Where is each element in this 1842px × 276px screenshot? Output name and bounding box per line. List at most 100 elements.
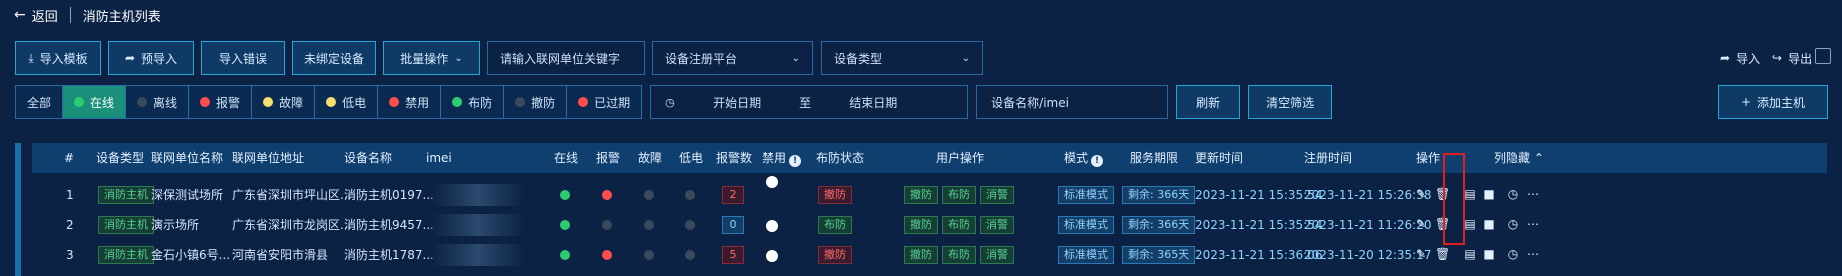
pre-import-button[interactable]: ➦ 预导入: [108, 41, 194, 75]
col-mode: 模式!: [1064, 143, 1104, 173]
status-filter-9[interactable]: 已过期: [567, 86, 642, 118]
col-imei: imei: [426, 151, 452, 165]
device-type-select[interactable]: 设备类型 ⌄: [821, 41, 983, 75]
edit-icon[interactable]: ✎: [1414, 187, 1428, 201]
clear-alarm-button[interactable]: 消警: [980, 246, 1014, 264]
chevron-down-icon: ⌄: [454, 52, 463, 64]
online-status-dot: [560, 220, 570, 230]
unit-name: 深保测试场所: [151, 188, 224, 202]
trash-icon[interactable]: 🗑: [1435, 247, 1450, 261]
alarm-count-badge[interactable]: 5: [722, 246, 744, 264]
folder-icon[interactable]: ■: [1482, 217, 1496, 231]
status-dot-icon: [137, 97, 148, 107]
edit-icon[interactable]: ✎: [1414, 217, 1428, 231]
import-link[interactable]: ➦ 导入: [1720, 41, 1760, 75]
device-type-tag: 消防主机: [98, 216, 154, 234]
mode-tag[interactable]: 标准模式: [1058, 246, 1114, 264]
disabled-toggle[interactable]: [766, 250, 778, 262]
col-alarm-count: 报警数: [716, 151, 753, 165]
status-filter-2[interactable]: 离线: [126, 86, 190, 118]
unit-name: 金石小镇6号...: [151, 248, 231, 262]
service-term-tag: 剩余: 366天: [1122, 186, 1196, 204]
info-icon[interactable]: !: [789, 155, 802, 167]
highlight-box: [1443, 153, 1465, 245]
history-clock-icon[interactable]: ◷: [1506, 247, 1520, 261]
disarm-button[interactable]: 撤防: [904, 216, 938, 234]
info-icon[interactable]: !: [1091, 155, 1104, 167]
arm-button[interactable]: 布防: [942, 216, 976, 234]
back-button[interactable]: ← 返回: [0, 6, 58, 25]
edit-icon[interactable]: ✎: [1414, 247, 1428, 261]
disabled-toggle[interactable]: [766, 176, 778, 188]
export-link[interactable]: ↪ 导出: [1772, 41, 1812, 75]
document-icon[interactable]: ▤: [1463, 187, 1477, 201]
table-scroll-indicator: [15, 143, 21, 276]
arm-button[interactable]: 布防: [942, 246, 976, 264]
table-row: 1 消防主机 深保测试场所 广东省深圳市坪山区... 消防主机0197... 2…: [32, 176, 1827, 210]
date-range-picker[interactable]: ◷ 开始日期 至 结束日期: [650, 85, 969, 119]
alarm-status-dot: [602, 220, 612, 230]
device-search-input[interactable]: 设备名称/imei: [976, 85, 1169, 119]
folder-icon[interactable]: ■: [1482, 187, 1496, 201]
col-alarm: 报警: [596, 151, 621, 165]
status-filter-6[interactable]: 禁用: [378, 86, 442, 118]
status-dot-icon: [74, 97, 85, 107]
status-filter-5[interactable]: 低电: [315, 86, 379, 118]
import-errors-button[interactable]: 导入错误: [201, 41, 285, 75]
alarm-count-badge[interactable]: 2: [722, 186, 744, 204]
imei-redacted: [432, 244, 524, 266]
col-low-power: 低电: [679, 151, 704, 165]
register-time: 2023-11-21 11:26:20: [1304, 218, 1432, 232]
unit-keyword-input[interactable]: 请输入联网单位关键字: [487, 41, 645, 75]
status-filter-0[interactable]: 全部: [16, 86, 64, 118]
fault-status-dot: [644, 190, 654, 200]
chevron-down-icon: ⌄: [961, 52, 970, 64]
disarm-button[interactable]: 撤防: [904, 246, 938, 264]
mode-tag[interactable]: 标准模式: [1058, 216, 1114, 234]
download-icon: ⤓: [28, 50, 34, 65]
device-type-tag: 消防主机: [98, 186, 154, 204]
col-online: 在线: [554, 151, 579, 165]
defense-status-tag: 撤防: [818, 186, 852, 204]
col-device-name: 设备名称: [344, 151, 393, 165]
history-clock-icon[interactable]: ◷: [1506, 217, 1520, 231]
clear-filter-button[interactable]: 清空筛选: [1248, 85, 1333, 119]
table-header: # 设备类型 联网单位名称 联网单位地址 设备名称 imei 在线 报警 故障 …: [32, 143, 1827, 173]
row-index: 2: [66, 218, 74, 232]
status-dot-icon: [389, 97, 400, 107]
more-icon[interactable]: ⋯: [1526, 217, 1540, 231]
document-icon[interactable]: ▤: [1463, 217, 1477, 231]
status-filter-1[interactable]: 在线: [63, 86, 127, 118]
clear-alarm-button[interactable]: 消警: [980, 186, 1014, 204]
status-filter-group: 全部 在线 离线 报警 故障 低电 禁用 布防 撤防 已过期: [15, 85, 643, 119]
clear-alarm-button[interactable]: 消警: [980, 216, 1014, 234]
status-filter-7[interactable]: 布防: [441, 86, 505, 118]
document-icon[interactable]: ▤: [1463, 247, 1477, 261]
status-dot-icon: [578, 97, 589, 107]
status-filter-8[interactable]: 撤防: [504, 86, 568, 118]
more-icon[interactable]: ⋯: [1526, 187, 1540, 201]
platform-select[interactable]: 设备注册平台 ⌄: [652, 41, 813, 75]
column-settings-icon[interactable]: [1815, 48, 1831, 64]
unbound-devices-button[interactable]: 未绑定设备: [292, 41, 376, 75]
arm-button[interactable]: 布防: [942, 186, 976, 204]
disabled-toggle[interactable]: [766, 220, 778, 232]
status-filter-4[interactable]: 故障: [252, 86, 316, 118]
alarm-count-badge[interactable]: 0: [722, 216, 744, 234]
refresh-button[interactable]: 刷新: [1176, 85, 1241, 119]
more-icon[interactable]: ⋯: [1526, 247, 1540, 261]
device-table: # 设备类型 联网单位名称 联网单位地址 设备名称 imei 在线 报警 故障 …: [15, 143, 1827, 276]
batch-ops-dropdown[interactable]: 批量操作 ⌄: [383, 41, 480, 75]
col-register-time: 注册时间: [1304, 151, 1353, 165]
col-unit-address: 联网单位地址: [232, 151, 305, 165]
disarm-button[interactable]: 撤防: [904, 186, 938, 204]
status-filter-3[interactable]: 报警: [189, 86, 253, 118]
history-clock-icon[interactable]: ◷: [1506, 187, 1520, 201]
table-row: 2 消防主机 演示场所 广东省深圳市龙岗区... 消防主机9457... 0 布…: [32, 210, 1827, 240]
mode-tag[interactable]: 标准模式: [1058, 186, 1114, 204]
hide-columns-toggle[interactable]: 列隐藏 ⌃: [1494, 143, 1544, 173]
folder-icon[interactable]: ■: [1482, 247, 1496, 261]
import-template-button[interactable]: ⤓ 导入模板: [15, 41, 101, 75]
col-index: #: [64, 151, 75, 165]
add-host-button[interactable]: + 添加主机: [1718, 85, 1828, 119]
